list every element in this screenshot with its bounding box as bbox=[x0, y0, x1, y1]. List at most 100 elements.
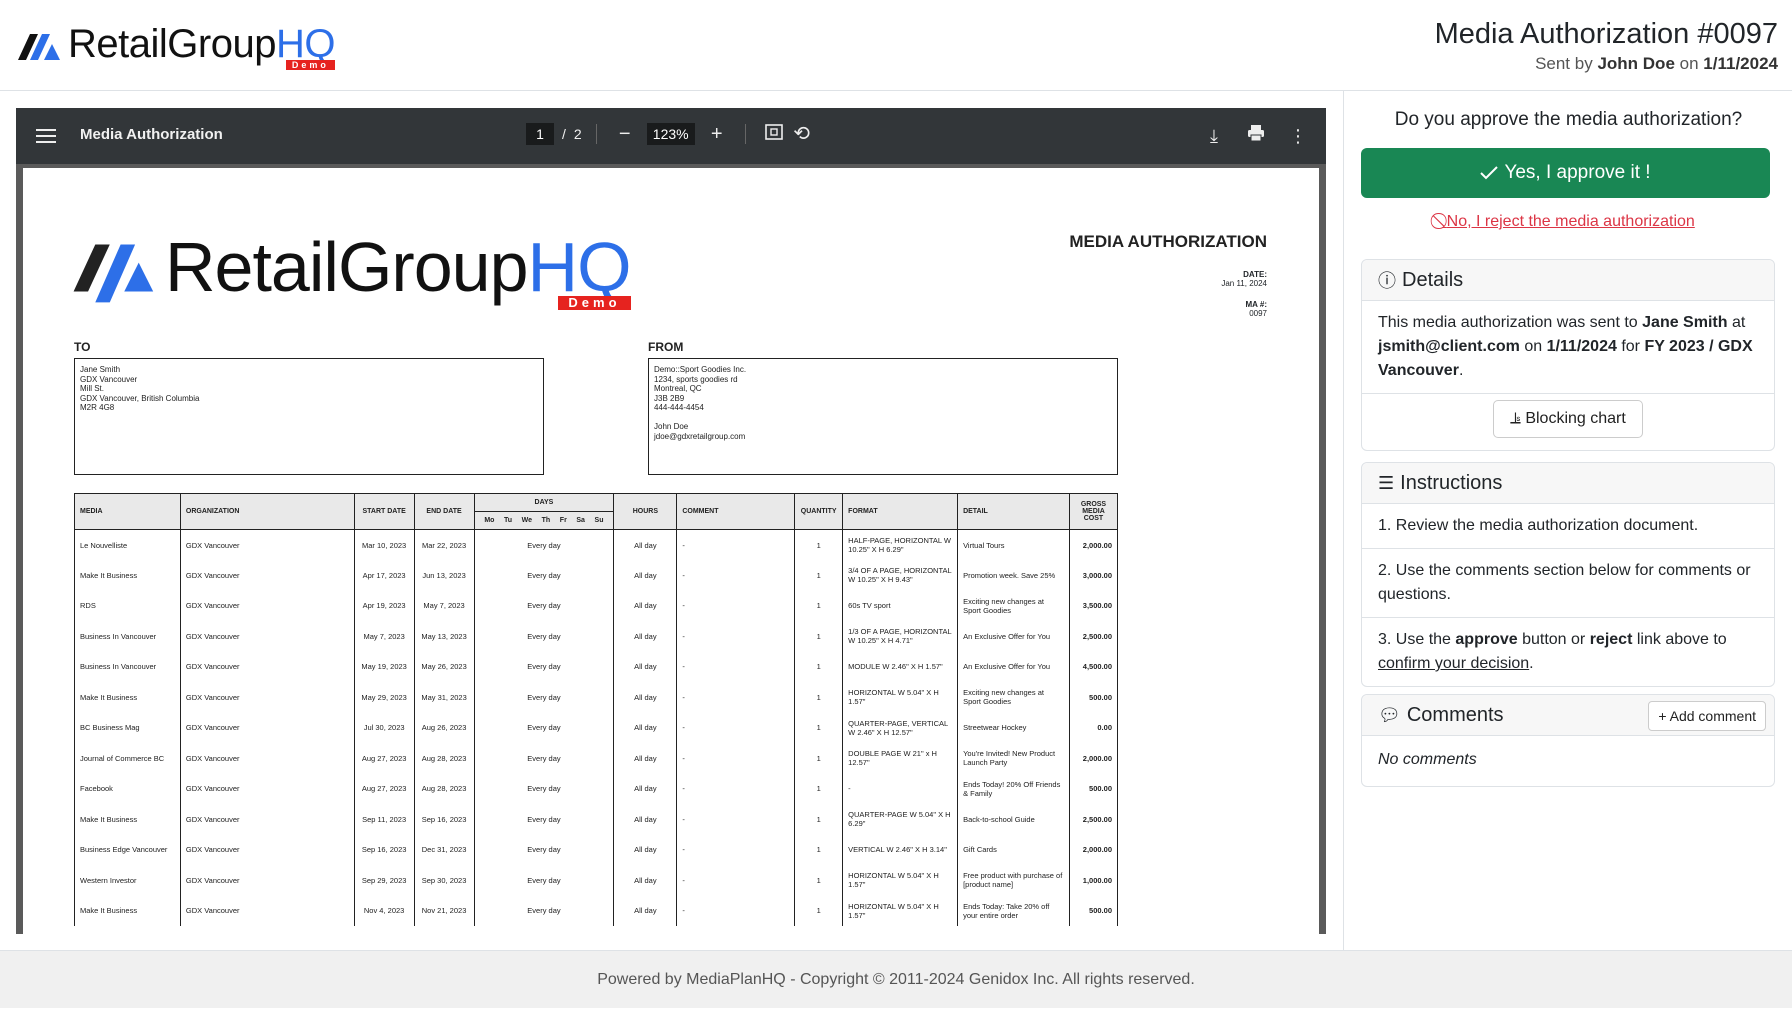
pdf-viewer[interactable]: Media Authorization / 2 − + ⟲ ⤓ ⋮ bbox=[16, 108, 1326, 934]
cell-format: HALF-PAGE, HORIZONTAL W 10.25" X H 6.29" bbox=[842, 529, 959, 560]
cell-org: GDX Vancouver bbox=[179, 590, 355, 621]
cell-cost: 4,500.00 bbox=[1068, 651, 1119, 682]
reject-link[interactable]: ⃠ No, I reject the media authorization bbox=[1344, 213, 1792, 231]
cell-qty: 1 bbox=[794, 651, 844, 682]
col-days: DAYS bbox=[473, 493, 615, 512]
to-address: Jane Smith GDX Vancouver Mill St. GDX Va… bbox=[74, 358, 544, 475]
cell-start: May 19, 2023 bbox=[353, 651, 415, 682]
cell-days: Every day bbox=[473, 865, 615, 896]
col-quantity: QUANTITY bbox=[794, 493, 844, 530]
cell-org: GDX Vancouver bbox=[179, 865, 355, 896]
day-abbr: Fr bbox=[559, 517, 567, 524]
doc-brand-main: RetailGroup bbox=[165, 228, 529, 306]
from-address: Demo::Sport Goodies Inc. 1234, sports go… bbox=[648, 358, 1118, 475]
cell-start: Apr 17, 2023 bbox=[353, 560, 415, 591]
brand-logo[interactable]: RetailGroupHQ Demo bbox=[16, 22, 335, 72]
cell-end: Nov 21, 2023 bbox=[413, 895, 475, 926]
cell-format: VERTICAL W 2.46" X H 3.14" bbox=[842, 834, 959, 865]
footer: Powered by MediaPlanHQ - Copyright © 201… bbox=[0, 950, 1792, 1008]
cell-detail: Exciting new changes at Sport Goodies bbox=[957, 590, 1070, 621]
from-label: FROM bbox=[648, 340, 684, 354]
approve-button[interactable]: Yes, I approve it ! bbox=[1361, 148, 1770, 198]
cell-cost: 0.00 bbox=[1068, 712, 1119, 743]
zoom-in-icon[interactable]: + bbox=[703, 122, 731, 146]
info-icon: ⓘ bbox=[1378, 271, 1396, 291]
cell-end: Jun 13, 2023 bbox=[413, 560, 475, 591]
approval-question: Do you approve the media authorization? bbox=[1394, 109, 1743, 130]
cell-comment: - bbox=[676, 804, 796, 835]
add-comment-label: Add comment bbox=[1669, 708, 1756, 724]
cell-comment: - bbox=[676, 560, 796, 591]
cell-media: RDS bbox=[74, 590, 181, 621]
cell-detail: Ends Today: Take 20% off your entire ord… bbox=[957, 895, 1070, 926]
plus-icon: + bbox=[1658, 708, 1667, 724]
instruction-3-b: button or bbox=[1522, 631, 1586, 648]
confirm-decision-link[interactable]: confirm your decision bbox=[1378, 655, 1529, 672]
cell-org: GDX Vancouver bbox=[179, 682, 355, 713]
approval-panel: Do you approve the media authorization? … bbox=[1343, 91, 1792, 950]
blocking-chart-button[interactable]: ⫡ Blocking chart bbox=[1493, 400, 1643, 438]
col-detail: DETAIL bbox=[957, 493, 1070, 530]
page-title-block: Media Authorization #0097 Sent by John D… bbox=[1435, 18, 1778, 74]
instruction-2: 2. Use the comments section below for co… bbox=[1362, 549, 1774, 618]
more-options-icon[interactable]: ⋮ bbox=[1284, 124, 1312, 148]
cell-cost: 2,000.00 bbox=[1068, 834, 1119, 865]
download-icon[interactable]: ⤓ bbox=[1200, 124, 1228, 148]
cell-qty: 1 bbox=[794, 712, 844, 743]
cell-end: May 13, 2023 bbox=[413, 621, 475, 652]
cell-media: Make It Business bbox=[74, 682, 181, 713]
cell-days: Every day bbox=[473, 743, 615, 774]
cell-comment: - bbox=[676, 865, 796, 896]
cell-comment: - bbox=[676, 712, 796, 743]
approve-label: Yes, I approve it ! bbox=[1504, 162, 1651, 183]
cell-cost: 2,500.00 bbox=[1068, 804, 1119, 835]
zoom-input[interactable] bbox=[646, 123, 695, 145]
details-date: 1/11/2024 bbox=[1546, 338, 1617, 355]
comments-title: Comments bbox=[1406, 703, 1504, 726]
instruction-3-approve: approve bbox=[1455, 631, 1518, 648]
app-header: RetailGroupHQ Demo Media Authorization #… bbox=[0, 0, 1792, 91]
cell-detail: Ends Today! 20% Off Friends & Family bbox=[957, 773, 1070, 804]
page-number-input[interactable] bbox=[526, 123, 554, 145]
day-abbr: Mo bbox=[484, 517, 495, 524]
cell-qty: 1 bbox=[794, 529, 844, 560]
table-row: Business Edge Vancouver GDX Vancouver Sep … bbox=[74, 834, 1119, 865]
instruction-3-d: . bbox=[1529, 655, 1534, 672]
cell-detail: An Exclusive Offer for You bbox=[957, 651, 1070, 682]
cell-format: DOUBLE PAGE W 21" x H 12.57" bbox=[842, 743, 959, 774]
details-text-1: This media authorization was sent to bbox=[1378, 314, 1638, 331]
cell-end: Sep 30, 2023 bbox=[413, 865, 475, 896]
cell-org: GDX Vancouver bbox=[179, 743, 355, 774]
cell-hours: All day bbox=[613, 621, 678, 652]
details-email: jsmith@client.com bbox=[1378, 338, 1520, 355]
cell-comment: - bbox=[676, 743, 796, 774]
doc-date-value: Jan 11, 2024 bbox=[1221, 279, 1267, 288]
zoom-out-icon[interactable]: − bbox=[611, 122, 639, 146]
cell-comment: - bbox=[676, 590, 796, 621]
table-row: RDS GDX Vancouver Apr 19, 2023 May 7, 2023 E… bbox=[74, 590, 1119, 621]
cell-cost: 3,000.00 bbox=[1068, 560, 1119, 591]
menu-icon[interactable] bbox=[36, 126, 56, 146]
cell-cost: 2,500.00 bbox=[1068, 621, 1119, 652]
cell-org: GDX Vancouver bbox=[179, 712, 355, 743]
add-comment-button[interactable]: + Add comment bbox=[1648, 701, 1766, 731]
fit-page-icon[interactable] bbox=[760, 122, 788, 146]
table-row: Make It Business GDX Vancouver Nov 4, 2023… bbox=[74, 895, 1119, 926]
print-icon[interactable] bbox=[1242, 124, 1270, 148]
pdf-nav-controls: / 2 − + ⟲ bbox=[526, 122, 816, 146]
pdf-title: Media Authorization bbox=[80, 126, 223, 143]
cell-hours: All day bbox=[613, 804, 678, 835]
logo-mark-icon bbox=[18, 34, 60, 60]
cell-media: BC Business Mag bbox=[74, 712, 181, 743]
rotate-icon[interactable]: ⟲ bbox=[788, 122, 816, 146]
cell-cost: 500.00 bbox=[1068, 895, 1119, 926]
cell-media: Journal of Commerce BC bbox=[74, 743, 181, 774]
demo-tag: Demo bbox=[285, 60, 335, 70]
cell-hours: All day bbox=[613, 712, 678, 743]
cell-days: Every day bbox=[473, 712, 615, 743]
cell-start: Jul 30, 2023 bbox=[353, 712, 415, 743]
table-row: Make It Business GDX Vancouver Apr 17, 202… bbox=[74, 560, 1119, 591]
cell-org: GDX Vancouver bbox=[179, 804, 355, 835]
cell-format: 1/3 OF A PAGE, HORIZONTAL W 10.25" X H 4… bbox=[842, 621, 959, 652]
cell-qty: 1 bbox=[794, 773, 844, 804]
